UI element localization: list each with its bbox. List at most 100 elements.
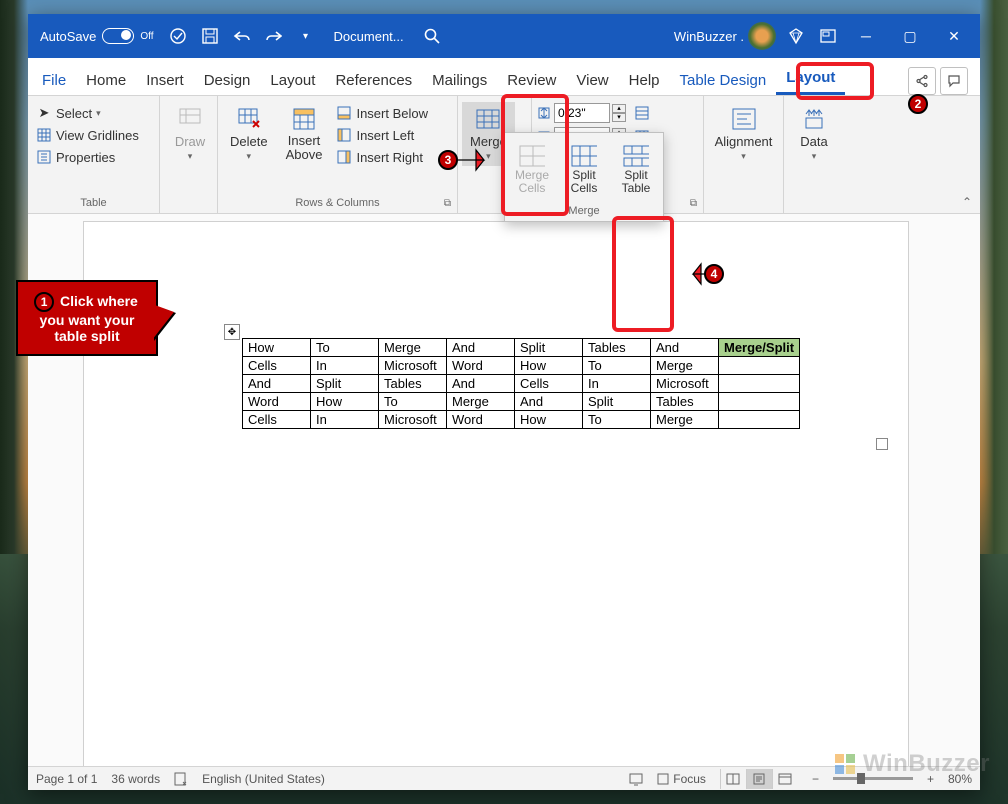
tab-table-design[interactable]: Table Design	[670, 64, 777, 95]
insert-above-button[interactable]: Insert Above	[278, 102, 331, 167]
table-cell[interactable]: In	[583, 375, 651, 393]
table-cell[interactable]: Microsoft	[379, 411, 447, 429]
tab-references[interactable]: References	[325, 64, 422, 95]
table-cell[interactable]: To	[583, 411, 651, 429]
document-title[interactable]: Document...	[322, 29, 416, 44]
view-read-button[interactable]	[720, 769, 746, 789]
status-focus[interactable]: Focus	[657, 772, 706, 786]
tab-home[interactable]: Home	[76, 64, 136, 95]
table-move-handle[interactable]: ✥	[224, 324, 240, 340]
insert-left-button[interactable]: Insert Left	[332, 124, 432, 146]
table-cell[interactable]: And	[515, 393, 583, 411]
split-cells-button[interactable]: Split Cells	[561, 137, 607, 201]
insert-below-button[interactable]: Insert Below	[332, 102, 432, 124]
save-icon[interactable]	[194, 20, 226, 52]
table-cell[interactable]: Microsoft	[379, 357, 447, 375]
insert-right-button[interactable]: Insert Right	[332, 146, 432, 168]
sync-icon[interactable]	[162, 20, 194, 52]
maximize-button[interactable]: ▢	[888, 14, 932, 58]
tab-design[interactable]: Design	[194, 64, 261, 95]
status-display-settings[interactable]	[629, 772, 643, 786]
tab-help[interactable]: Help	[619, 64, 670, 95]
view-web-button[interactable]	[772, 769, 798, 789]
minimize-button[interactable]: ─	[844, 14, 888, 58]
table-cell[interactable]: Merge	[379, 339, 447, 357]
table-header-cell[interactable]: Merge/Split	[719, 339, 800, 357]
tab-review[interactable]: Review	[497, 64, 566, 95]
table-cell[interactable]: Split	[311, 375, 379, 393]
table-cell[interactable]: How	[311, 393, 379, 411]
table-cell[interactable]	[719, 393, 800, 411]
status-words[interactable]: 36 words	[111, 772, 160, 786]
tab-view[interactable]: View	[566, 64, 618, 95]
height-input[interactable]: 0.23"	[554, 103, 610, 123]
table-cell[interactable]: And	[447, 339, 515, 357]
data-button[interactable]: Data▾	[788, 102, 840, 166]
table-cell[interactable]: Merge	[447, 393, 515, 411]
table-cell[interactable]	[719, 357, 800, 375]
account-name[interactable]: WinBuzzer .	[674, 29, 744, 44]
table-row[interactable]: CellsInMicrosoftWordHowToMerge	[243, 357, 800, 375]
table-cell[interactable]: To	[583, 357, 651, 375]
cellsize-launcher[interactable]: ⧉	[690, 198, 697, 209]
search-icon[interactable]	[416, 20, 448, 52]
status-language[interactable]: English (United States)	[202, 772, 325, 786]
word-table[interactable]: How To Merge And Split Tables And Merge/…	[242, 338, 800, 429]
redo-button[interactable]	[258, 20, 290, 52]
table-cell[interactable]: To	[379, 393, 447, 411]
table-cell[interactable]: Tables	[583, 339, 651, 357]
table-cell[interactable]: Tables	[651, 393, 719, 411]
autosave-toggle[interactable]: AutoSave Off	[32, 28, 162, 44]
table-cell[interactable]	[719, 375, 800, 393]
account-avatar[interactable]	[748, 22, 776, 50]
table-cell[interactable]: Microsoft	[651, 375, 719, 393]
select-button[interactable]: ➤Select ▾	[32, 102, 155, 124]
table-resize-handle[interactable]	[876, 438, 888, 450]
height-spinner[interactable]: ▴▾	[612, 104, 626, 122]
status-page[interactable]: Page 1 of 1	[36, 772, 97, 786]
autosave-switch[interactable]	[102, 28, 134, 44]
tab-mailings[interactable]: Mailings	[422, 64, 497, 95]
table-cell[interactable]: To	[311, 339, 379, 357]
tab-table-layout[interactable]: Layout	[776, 61, 845, 95]
table-cell[interactable]: Merge	[651, 411, 719, 429]
table-cell[interactable]: Split	[515, 339, 583, 357]
table-cell[interactable]: Word	[447, 357, 515, 375]
alignment-button[interactable]: Alignment▾	[708, 102, 779, 166]
table-row[interactable]: WordHowToMergeAndSplitTables	[243, 393, 800, 411]
table-cell[interactable]: Word	[447, 411, 515, 429]
diamond-icon[interactable]	[780, 20, 812, 52]
table-cell[interactable]: In	[311, 357, 379, 375]
table-cell[interactable]: Merge	[651, 357, 719, 375]
document-page[interactable]: ✥ How To Merge And Split Tables And Merg…	[84, 222, 908, 766]
table-row[interactable]: CellsInMicrosoftWordHowToMerge	[243, 411, 800, 429]
table-cell[interactable]: Cells	[243, 357, 311, 375]
table-cell[interactable]: Tables	[379, 375, 447, 393]
properties-button[interactable]: Properties	[32, 146, 155, 168]
table-cell[interactable]	[719, 411, 800, 429]
rows-launcher[interactable]: ⧉	[444, 198, 451, 209]
view-print-button[interactable]	[746, 769, 772, 789]
table-cell[interactable]: How	[515, 411, 583, 429]
table-cell[interactable]: Cells	[243, 411, 311, 429]
close-button[interactable]: ✕	[932, 14, 976, 58]
share-button[interactable]	[908, 67, 936, 95]
distribute-rows-icon[interactable]	[634, 105, 650, 121]
comments-button[interactable]	[940, 67, 968, 95]
table-row[interactable]: AndSplitTablesAndCellsInMicrosoft	[243, 375, 800, 393]
tab-layout[interactable]: Layout	[260, 64, 325, 95]
status-proofing-icon[interactable]	[174, 772, 188, 786]
collapse-ribbon-button[interactable]: ⌃	[962, 195, 972, 209]
table-cell[interactable]: Word	[243, 393, 311, 411]
tab-file[interactable]: File	[32, 64, 76, 95]
delete-button[interactable]: Delete▾	[222, 102, 276, 166]
ribbon-display-icon[interactable]	[812, 20, 844, 52]
table-cell[interactable]: And	[447, 375, 515, 393]
table-cell[interactable]: In	[311, 411, 379, 429]
split-table-button[interactable]: Split Table	[613, 137, 659, 201]
qat-customize[interactable]: ▾	[290, 20, 322, 52]
view-gridlines-button[interactable]: View Gridlines	[32, 124, 155, 146]
document-area[interactable]: ✥ How To Merge And Split Tables And Merg…	[28, 214, 980, 766]
tab-insert[interactable]: Insert	[136, 64, 194, 95]
table-cell[interactable]: How	[243, 339, 311, 357]
